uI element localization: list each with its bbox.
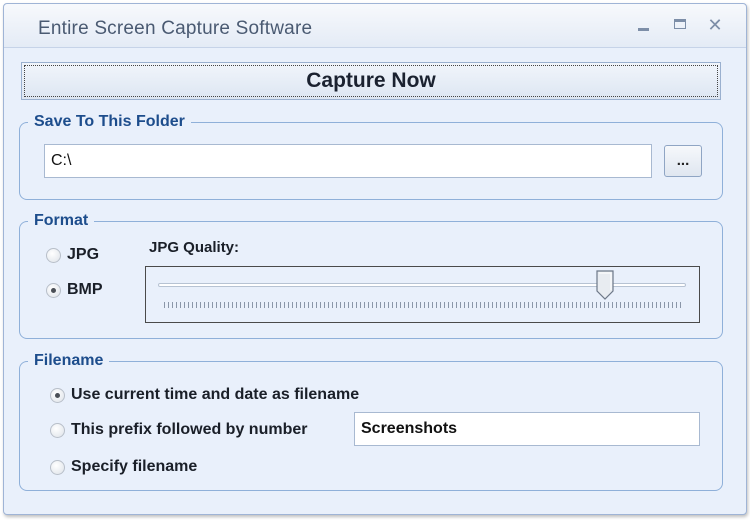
slider-thumb-icon bbox=[596, 270, 614, 300]
format-option-bmp[interactable]: BMP bbox=[46, 281, 103, 299]
maximize-icon bbox=[674, 19, 686, 29]
bmp-label: BMP bbox=[67, 281, 103, 298]
format-option-jpg[interactable]: JPG bbox=[46, 246, 99, 264]
specify-label: Specify filename bbox=[71, 458, 198, 475]
title-bar[interactable]: Entire Screen Capture Software ✕ bbox=[4, 4, 746, 48]
browse-folder-button[interactable]: ... bbox=[664, 145, 702, 177]
slider-thumb[interactable] bbox=[596, 270, 614, 300]
app-window: Entire Screen Capture Software ✕ Capture… bbox=[3, 3, 747, 515]
datetime-label: Use current time and date as filename bbox=[71, 386, 360, 403]
jpg-label: JPG bbox=[67, 246, 100, 263]
capture-now-button[interactable]: Capture Now bbox=[21, 62, 721, 100]
prefix-radio[interactable] bbox=[50, 422, 65, 438]
close-icon: ✕ bbox=[707, 15, 723, 35]
folder-path-input[interactable]: C:\ bbox=[44, 144, 652, 178]
filename-legend: Filename bbox=[28, 351, 110, 371]
filename-option-datetime[interactable]: Use current time and date as filename bbox=[50, 386, 359, 404]
window-title: Entire Screen Capture Software bbox=[38, 18, 313, 39]
minimize-button[interactable] bbox=[633, 14, 655, 36]
jpg-quality-label: JPG Quality: bbox=[149, 239, 240, 256]
maximize-button[interactable] bbox=[669, 14, 691, 36]
format-group: Format JPG BMP JPG Quality: bbox=[19, 211, 723, 339]
bmp-radio[interactable] bbox=[46, 282, 61, 298]
format-legend: Format bbox=[28, 211, 95, 231]
minimize-icon bbox=[638, 28, 649, 31]
filename-group: Filename Use current time and date as fi… bbox=[19, 351, 723, 491]
jpg-radio[interactable] bbox=[46, 247, 61, 263]
slider-ticks bbox=[164, 302, 682, 308]
jpg-quality-slider[interactable] bbox=[145, 266, 700, 323]
close-button[interactable]: ✕ bbox=[704, 14, 726, 36]
prefix-input[interactable]: Screenshots bbox=[354, 412, 700, 446]
datetime-radio[interactable] bbox=[50, 387, 65, 403]
save-folder-group: Save To This Folder C:\ ... bbox=[19, 112, 723, 200]
specify-radio[interactable] bbox=[50, 459, 65, 475]
prefix-label: This prefix followed by number bbox=[71, 421, 308, 438]
filename-option-prefix[interactable]: This prefix followed by number bbox=[50, 421, 307, 439]
save-folder-legend: Save To This Folder bbox=[28, 112, 191, 132]
filename-option-specify[interactable]: Specify filename bbox=[50, 458, 197, 476]
